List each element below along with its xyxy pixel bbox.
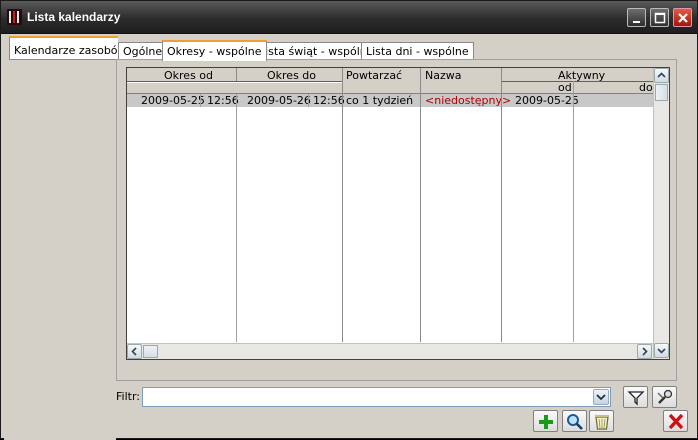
maximize-button[interactable] bbox=[650, 8, 669, 27]
minimize-button[interactable] bbox=[627, 8, 646, 27]
cell-okres-do-date: 2009-05-26 bbox=[247, 94, 311, 107]
close-button[interactable] bbox=[663, 410, 688, 432]
horizontal-scroll-thumb[interactable] bbox=[143, 345, 158, 358]
calendar-app-icon bbox=[7, 9, 22, 25]
col-header-powtarzac[interactable]: Powtarzać bbox=[346, 69, 402, 82]
search-button[interactable] bbox=[562, 410, 587, 432]
col-header-okres-od[interactable]: Okres od bbox=[164, 69, 213, 82]
cell-nazwa: <niedostępny> bbox=[425, 94, 512, 107]
cell-okres-od-time: 12:56 bbox=[207, 94, 239, 107]
tab-kalendarze-zasobow[interactable]: Kalendarze zasobów bbox=[9, 36, 127, 60]
funnel-icon bbox=[627, 391, 645, 406]
chevron-right-icon bbox=[642, 347, 648, 356]
cell-okres-do-time: 12:56 bbox=[313, 94, 345, 107]
wrench-icon bbox=[657, 389, 673, 404]
filter-label: Filtr: bbox=[116, 390, 140, 403]
calendar-list-window: Lista kalendarzy Kalendarze zasobów Ogól… bbox=[0, 0, 698, 440]
col-divider bbox=[308, 94, 309, 107]
magnifier-icon bbox=[567, 414, 583, 430]
close-icon bbox=[668, 413, 684, 430]
col-divider bbox=[236, 94, 237, 342]
tab-okresy-wspolne[interactable]: Okresy - wspólne bbox=[162, 40, 267, 61]
scroll-down-button[interactable] bbox=[654, 343, 669, 358]
delete-button[interactable] bbox=[589, 410, 614, 432]
chevron-left-icon bbox=[131, 347, 137, 356]
title-bar[interactable]: Lista kalendarzy bbox=[1, 1, 697, 34]
chevron-down-icon bbox=[657, 348, 666, 354]
chevron-down-icon bbox=[596, 394, 606, 401]
add-button[interactable] bbox=[533, 410, 558, 432]
vertical-scrollbar[interactable] bbox=[653, 68, 669, 359]
periods-grid[interactable]: Okres od Okres do Powtarzać Nazwa Aktywn… bbox=[126, 67, 670, 360]
scroll-left-button[interactable] bbox=[127, 344, 142, 359]
col-divider bbox=[573, 81, 574, 342]
trash-icon bbox=[595, 415, 609, 430]
filter-combobox[interactable] bbox=[142, 387, 611, 407]
cell-aktywny-od: 2009-05-25 bbox=[515, 94, 579, 107]
col-header-nazwa[interactable]: Nazwa bbox=[425, 69, 461, 82]
horizontal-scrollbar[interactable] bbox=[127, 343, 653, 359]
col-divider bbox=[342, 68, 343, 342]
close-icon bbox=[678, 13, 688, 23]
vertical-scroll-thumb[interactable] bbox=[655, 84, 668, 101]
plus-icon bbox=[539, 415, 553, 429]
chevron-up-icon bbox=[657, 72, 666, 78]
col-header-okres-do[interactable]: Okres do bbox=[267, 69, 316, 82]
scroll-up-button[interactable] bbox=[654, 68, 669, 83]
window-title: Lista kalendarzy bbox=[27, 10, 121, 24]
maximize-icon bbox=[654, 12, 666, 24]
minimize-icon bbox=[633, 21, 640, 23]
col-header-aktywny-do[interactable]: do bbox=[639, 81, 653, 94]
scroll-right-button[interactable] bbox=[637, 344, 652, 359]
apply-filter-button[interactable] bbox=[623, 386, 648, 408]
col-divider bbox=[420, 68, 421, 342]
cell-okres-od-date: 2009-05-25 bbox=[141, 94, 205, 107]
filter-settings-button[interactable] bbox=[652, 386, 677, 408]
cell-powtarzac: co 1 tydzień bbox=[346, 94, 414, 107]
col-divider bbox=[200, 94, 201, 107]
window-close-button[interactable] bbox=[673, 8, 692, 27]
col-divider bbox=[236, 68, 237, 81]
filter-dropdown-button[interactable] bbox=[593, 389, 609, 405]
col-header-aktywny-od[interactable]: od bbox=[558, 81, 572, 94]
left-tab-panel: Kalendarze zasobów bbox=[4, 35, 127, 440]
col-divider bbox=[501, 68, 502, 342]
